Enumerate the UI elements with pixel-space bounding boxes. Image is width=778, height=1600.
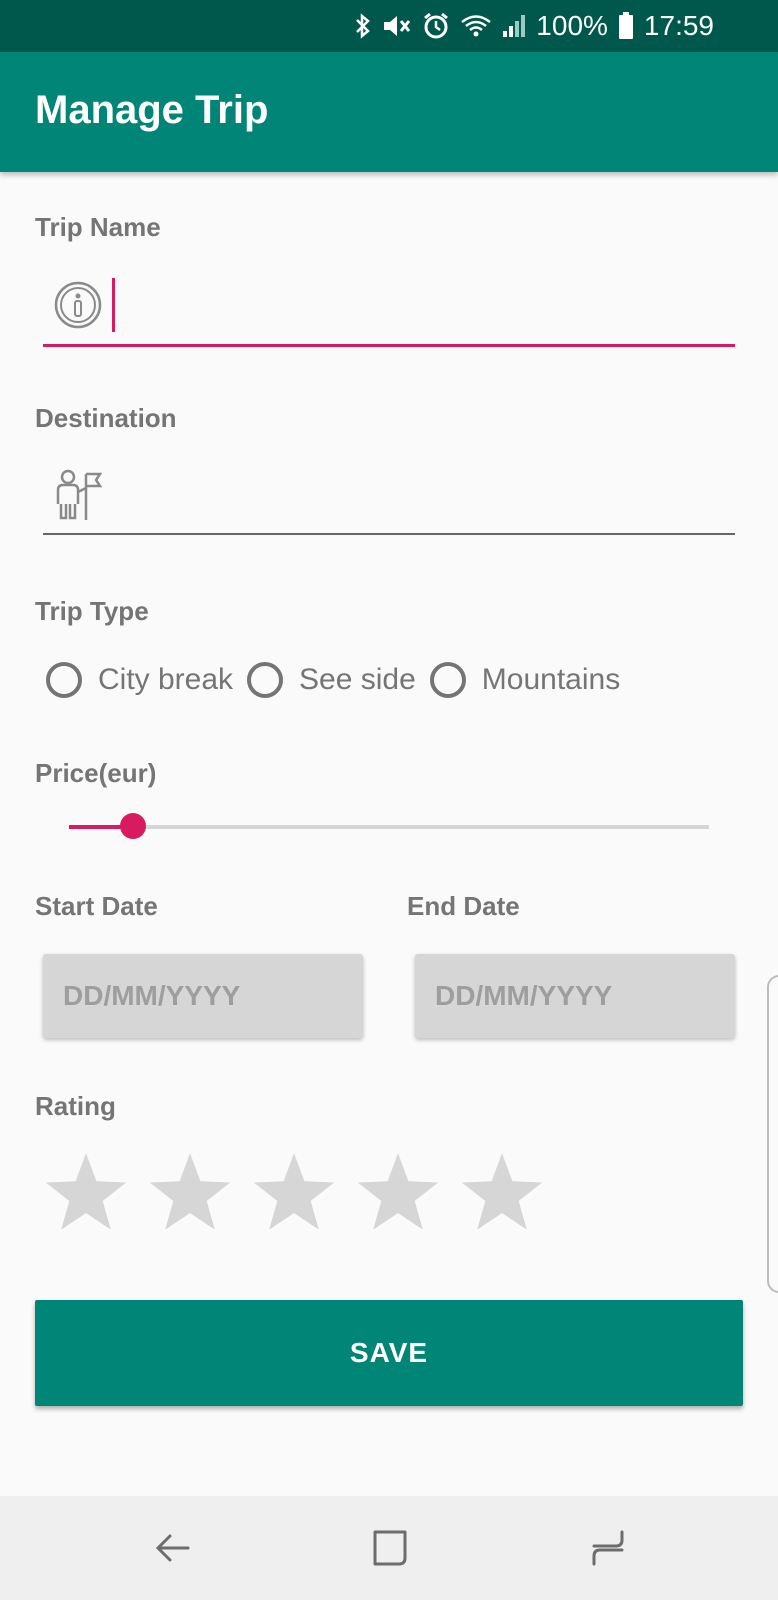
rating-bar[interactable] <box>42 1148 562 1236</box>
radio-circle <box>429 662 466 698</box>
app-bar: Manage Trip <box>0 52 778 172</box>
save-button[interactable]: SAVE <box>35 1300 743 1406</box>
recents-icon[interactable] <box>363 1522 415 1574</box>
price-slider[interactable] <box>69 813 709 839</box>
radio-mountains[interactable]: Mountains <box>429 662 621 698</box>
navigation-bar <box>0 1496 778 1600</box>
end-date-label: End Date <box>407 891 520 921</box>
radio-see-side[interactable]: See side <box>247 662 416 698</box>
clock: 17:59 <box>643 10 714 41</box>
trip-name-label: Trip Name <box>35 212 161 242</box>
star-icon[interactable] <box>250 1148 338 1236</box>
destination-label: Destination <box>35 403 177 433</box>
info-icon <box>54 281 102 329</box>
home-icon[interactable] <box>582 1522 634 1574</box>
back-icon[interactable] <box>148 1522 200 1574</box>
radio-circle <box>247 662 284 698</box>
destination-field[interactable] <box>43 455 735 535</box>
battery-icon <box>618 12 633 39</box>
star-icon[interactable] <box>354 1148 442 1236</box>
battery-percent: 100% <box>536 10 608 41</box>
radio-label: Mountains <box>481 663 621 696</box>
radio-circle <box>46 662 82 698</box>
trip-type-label: Trip Type <box>35 596 149 626</box>
start-date-placeholder: DD/MM/YYYY <box>63 980 241 1011</box>
page-title: Manage Trip <box>35 88 269 132</box>
mute-icon <box>384 16 411 36</box>
star-icon[interactable] <box>458 1148 546 1236</box>
trip-type-radio-group: City break See side Mountains <box>46 662 634 698</box>
text-cursor <box>112 278 115 332</box>
trip-name-field[interactable] <box>43 262 735 346</box>
signal-icon <box>503 15 526 37</box>
end-date-field[interactable]: DD/MM/YYYY <box>415 954 735 1038</box>
star-icon[interactable] <box>146 1148 234 1236</box>
wifi-icon <box>461 15 492 37</box>
price-label: Price(eur) <box>35 758 157 788</box>
star-icon[interactable] <box>42 1148 130 1236</box>
slider-thumb[interactable] <box>120 813 146 839</box>
start-date-label: Start Date <box>35 891 158 921</box>
traveler-flag-icon <box>56 469 103 520</box>
radio-city-break[interactable]: City break <box>46 662 233 698</box>
alarm-icon <box>424 12 449 39</box>
edge-panel-handle[interactable] <box>767 975 778 1293</box>
status-icons: 100% 17:59 <box>354 0 714 52</box>
destination-underline <box>43 533 735 535</box>
bluetooth-icon <box>356 13 371 39</box>
status-bar: 100% 17:59 <box>0 0 778 52</box>
rating-label: Rating <box>35 1091 116 1121</box>
radio-label: City break <box>98 663 234 696</box>
radio-label: See side <box>299 663 416 696</box>
start-date-field[interactable]: DD/MM/YYYY <box>43 954 363 1038</box>
trip-name-underline <box>43 344 735 347</box>
end-date-placeholder: DD/MM/YYYY <box>435 980 613 1011</box>
